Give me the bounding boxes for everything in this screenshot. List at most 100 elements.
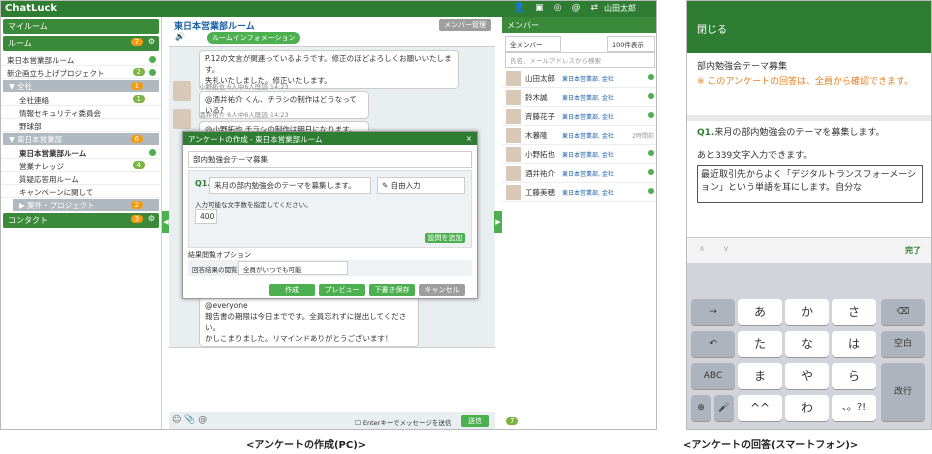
survey-card: 部内勉強会テーマ募集 ※ このアンケートの回答は、全員から確認できます。 (687, 53, 931, 121)
group-proj-badge: 2 (130, 201, 143, 209)
mention-icon[interactable]: @ (571, 3, 580, 13)
room-item[interactable]: 全社連絡 1 (1, 93, 161, 106)
contacts-header[interactable]: コンタクト 3 ⚙ (3, 213, 159, 228)
member-row[interactable]: 木暮隆 東日本営業部, 金社 2時間前 (502, 126, 656, 145)
member-filter-select[interactable]: 全メンバー (505, 36, 561, 52)
keyboard: → あ か さ ⌫ ↶ た な は 空白 ABC ま や ら 改行 ⊕ 🎤 ^^… (687, 263, 931, 429)
key[interactable]: 、。?! (832, 395, 876, 421)
room-item[interactable]: 情報セキュリティ委員会 (1, 106, 161, 119)
user-menu[interactable]: 山田太郎 (604, 3, 636, 14)
member-row[interactable]: 工藤美穂 東日本営業部, 金社 (502, 183, 656, 202)
group-proj[interactable]: ▶ 案件・プロジェクト 2 (13, 199, 159, 211)
answer-type-select[interactable]: ✎ 自由入力 (377, 177, 465, 194)
key[interactable]: な (785, 331, 829, 357)
member-dept: 東日本営業部, 金社 (562, 152, 614, 159)
mic-icon[interactable]: 🎤 (714, 395, 734, 421)
key[interactable]: は (832, 331, 876, 357)
member-dept-label: 東日本営業部 (562, 114, 599, 121)
room-item[interactable]: キャンペーンに関して (1, 185, 161, 198)
speaker-icon[interactable]: 🔊 (175, 32, 185, 41)
create-button[interactable]: 作成 (269, 284, 315, 296)
member-row[interactable]: 山田太郎 東日本営業部, 金社 (502, 69, 656, 88)
key[interactable]: わ (785, 395, 829, 421)
draft-save-button[interactable]: 下書き保存 (369, 284, 415, 296)
chevron-up-icon[interactable]: ∧ (699, 244, 705, 253)
answer-textarea[interactable]: 最近取引先からよく「デジタルトランスフォーメーション」という単語を耳にします。自… (697, 165, 923, 203)
avatar[interactable] (173, 81, 191, 101)
member-dept-label: 東日本営業部 (562, 133, 599, 140)
room-item[interactable]: 東日本営業部ルーム (1, 53, 161, 66)
room-item[interactable]: 野球部 (1, 119, 161, 132)
message-input[interactable] (169, 347, 495, 412)
member-row[interactable]: 小野拓也 東日本営業部, 金社 (502, 145, 656, 164)
contact-icon[interactable]: 👤 (514, 3, 525, 13)
member-row[interactable]: 酒井祐介 東日本営業部, 金社 (502, 164, 656, 183)
survey-title-field[interactable]: 部内勉強会テーマ募集 (188, 151, 472, 168)
phone-caption: <アンケートの回答(スマートフォン)> (683, 440, 859, 451)
my-room-label: マイルーム (8, 22, 48, 31)
member-row[interactable]: 斉藤花子 東日本営業部, 金社 (502, 107, 656, 126)
key[interactable]: ま (738, 363, 782, 389)
member-search-input[interactable]: 氏名、メールアドレスから検索 (505, 52, 655, 68)
key[interactable]: か (785, 299, 829, 325)
add-question-button[interactable]: 設問を追加 (425, 233, 465, 243)
close-button[interactable]: 閉じる (697, 21, 727, 36)
member-sort-select[interactable]: 100件表示 (607, 36, 655, 52)
status-dot (648, 150, 654, 156)
rooms-label: ルーム (8, 39, 32, 48)
my-room-header[interactable]: マイルーム (3, 19, 159, 34)
contacts-badge: 3 (130, 215, 143, 223)
member-dept: 東日本営業部, 金社 (562, 114, 614, 121)
rooms-header[interactable]: ルーム 7 ⚙ (3, 36, 159, 51)
globe-icon[interactable]: ⊕ (691, 395, 711, 421)
preview-button[interactable]: プレビュー (319, 284, 365, 296)
abc-key[interactable]: ABC (691, 363, 735, 389)
group-all[interactable]: ▼ 全社 1 (3, 80, 159, 92)
member-dept: 東日本営業部, 金社 (562, 133, 614, 140)
group-east[interactable]: ▼ 東日本営業部 6 (3, 133, 159, 145)
chat-icon[interactable]: ▣ (535, 3, 544, 13)
group-proj-label: 案件・プロジェクト (27, 201, 95, 210)
chat-header: 東日本営業部ルーム メンバー管理 🔊 ルームインフォメーション (169, 17, 495, 47)
globe-icon[interactable]: ◎ (554, 3, 562, 13)
app-logo: ChatLuck (5, 3, 58, 14)
room-item[interactable]: 質疑応答用ルーム (1, 172, 161, 185)
close-icon[interactable]: × (466, 134, 472, 143)
backspace-key[interactable]: ⌫ (881, 299, 925, 325)
collapse-right-handle[interactable]: ▶ (494, 211, 502, 233)
view-select[interactable]: 全員がいつでも可能 (238, 261, 348, 275)
gear-icon[interactable]: ⚙ (148, 214, 155, 223)
gear-icon[interactable]: ⚙ (148, 37, 155, 46)
emoticon-key[interactable]: ^^ (738, 395, 782, 421)
send-button[interactable]: 送信 (461, 415, 489, 427)
key[interactable]: さ (832, 299, 876, 325)
avatar[interactable] (173, 109, 191, 129)
member-header: メンバー (502, 17, 656, 33)
member-manage-button[interactable]: メンバー管理 (439, 19, 491, 31)
room-item[interactable]: 営業ナレッジ 4 (1, 159, 161, 172)
room-item-selected[interactable]: 東日本営業部ルーム (1, 146, 161, 159)
phone-screen: 閉じる 部内勉強会テーマ募集 ※ このアンケートの回答は、全員から確認できます。… (686, 0, 932, 430)
question-field[interactable]: 来月の部内勉強会のテーマを募集します。 (209, 177, 371, 194)
member-row[interactable]: 鈴木誠 東日本営業部, 金社 (502, 88, 656, 107)
cancel-button[interactable]: キャンセル (419, 284, 465, 296)
chevron-down-icon[interactable]: ∨ (723, 244, 729, 253)
arrow-right-key[interactable]: → (691, 299, 735, 325)
room-info-button[interactable]: ルームインフォメーション (207, 32, 301, 44)
key[interactable]: ら (832, 363, 876, 389)
space-key[interactable]: 空白 (881, 331, 925, 357)
survey-notice: ※ このアンケートの回答は、全員から確認できます。 (697, 77, 914, 87)
undo-key[interactable]: ↶ (691, 331, 735, 357)
return-key[interactable]: 改行 (881, 363, 925, 421)
key[interactable]: や (785, 363, 829, 389)
limit-stepper[interactable]: 400 (195, 209, 217, 224)
answer-type-value: 自由入力 (390, 181, 421, 190)
member-company: 金社 (601, 171, 614, 178)
attach-icons[interactable]: ☺ 📎 @ (172, 415, 207, 425)
done-button[interactable]: 完了 (905, 245, 921, 256)
enter-send-checkbox[interactable]: ☐ Enterキーでメッセージを送信 (355, 417, 451, 427)
room-item[interactable]: 新企画立ち上げプロジェクト 2 (1, 66, 161, 79)
shuffle-icon[interactable]: ⇄ (590, 3, 598, 13)
key[interactable]: あ (738, 299, 782, 325)
key[interactable]: た (738, 331, 782, 357)
